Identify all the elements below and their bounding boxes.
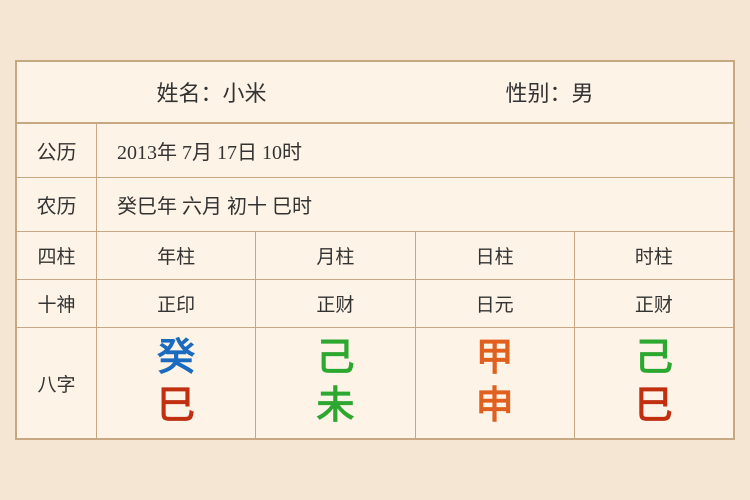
solar-label: 公历 — [17, 124, 97, 177]
bazi-day-bottom: 申 — [476, 386, 514, 428]
shishen-hour: 正财 — [575, 280, 733, 327]
gender-label: 性别：男 — [505, 76, 593, 108]
bazi-year-bottom: 巳 — [157, 386, 195, 428]
col-month: 月柱 — [256, 232, 415, 279]
col-year: 年柱 — [97, 232, 256, 279]
bazi-col-0: 癸 巳 — [97, 328, 256, 438]
header-row: 姓名：小米 性别：男 — [17, 62, 733, 124]
columns-row: 四柱 年柱 月柱 日柱 时柱 — [17, 232, 733, 280]
bazi-month-top: 己 — [316, 338, 354, 380]
lunar-value: 癸巳年 六月 初十 巳时 — [97, 178, 733, 231]
bazi-col-3: 己 巳 — [575, 328, 733, 438]
bazi-month-bottom: 未 — [316, 386, 354, 428]
bazi-label: 八字 — [17, 328, 97, 438]
shishen-row: 十神 正印 正财 日元 正财 — [17, 280, 733, 328]
bazi-hour-bottom: 巳 — [635, 386, 673, 428]
shishen-day: 日元 — [416, 280, 575, 327]
solar-value: 2013年 7月 17日 10时 — [97, 124, 733, 177]
bazi-col-2: 甲 申 — [416, 328, 575, 438]
bazi-year-top: 癸 — [157, 338, 195, 380]
bazi-hour-top: 己 — [635, 338, 673, 380]
lunar-label: 农历 — [17, 178, 97, 231]
shishen-year: 正印 — [97, 280, 256, 327]
bazi-col-1: 己 未 — [256, 328, 415, 438]
lunar-row: 农历 癸巳年 六月 初十 巳时 — [17, 178, 733, 232]
columns-label: 四柱 — [17, 232, 97, 279]
col-day: 日柱 — [416, 232, 575, 279]
shishen-label: 十神 — [17, 280, 97, 327]
shishen-month: 正财 — [256, 280, 415, 327]
col-hour: 时柱 — [575, 232, 733, 279]
main-container: 姓名：小米 性别：男 公历 2013年 7月 17日 10时 农历 癸巳年 六月… — [15, 60, 735, 440]
bazi-day-top: 甲 — [476, 338, 514, 380]
solar-row: 公历 2013年 7月 17日 10时 — [17, 124, 733, 178]
bazi-row: 八字 癸 巳 己 未 甲 申 己 巳 — [17, 328, 733, 438]
name-label: 姓名：小米 — [156, 76, 266, 108]
